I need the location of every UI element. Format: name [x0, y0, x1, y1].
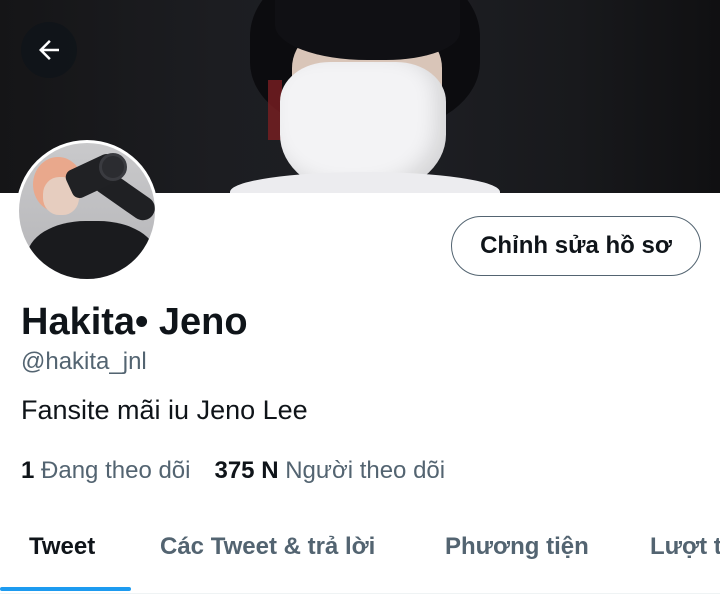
profile-bio: Fansite mãi iu Jeno Lee: [21, 395, 308, 425]
followers-count: 375 N: [214, 457, 279, 484]
display-name: Hakita• Jeno: [21, 301, 248, 343]
tab-tweets-and-replies[interactable]: Các Tweet & trả lời: [160, 533, 375, 561]
followers-stat[interactable]: 375 N Người theo dõi: [214, 457, 445, 485]
following-count: 1: [21, 457, 35, 484]
tab-media[interactable]: Phương tiện: [445, 533, 589, 561]
banner-figure-shirt: [230, 172, 500, 193]
arrow-left-icon: [39, 40, 59, 60]
profile-avatar[interactable]: [16, 140, 158, 282]
user-handle: @hakita_jnl: [21, 348, 147, 375]
tabs-divider: [0, 593, 720, 594]
back-button[interactable]: [21, 22, 77, 78]
follow-stats: 1 Đang theo dõi 375 N Người theo dõi: [21, 457, 445, 485]
edit-profile-button[interactable]: Chỉnh sửa hồ sơ: [451, 216, 701, 276]
tab-likes[interactable]: Lượt t: [650, 533, 720, 561]
active-tab-indicator: [0, 587, 131, 591]
followers-label: Người theo dõi: [285, 457, 446, 484]
following-label: Đang theo dõi: [41, 457, 191, 484]
avatar-image: [19, 143, 155, 279]
profile-tabs: Tweet Các Tweet & trả lời Phương tiện Lư…: [0, 515, 720, 595]
tab-tweets[interactable]: Tweet: [29, 533, 95, 561]
following-stat[interactable]: 1 Đang theo dõi: [21, 457, 190, 485]
